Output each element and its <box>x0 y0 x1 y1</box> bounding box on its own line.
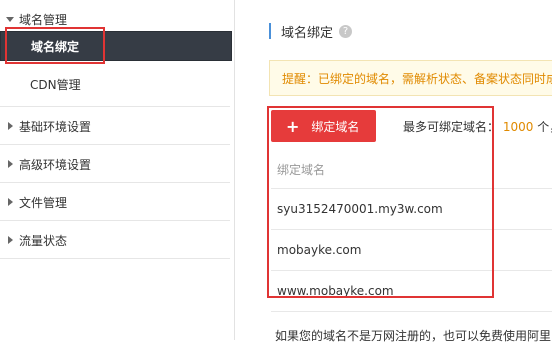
footer-text: 如果您的域名不是万网注册的，也可以免费使用阿里 <box>275 329 552 343</box>
sidebar-group-label: 高级环境设置 <box>19 157 92 172</box>
max-suffix: 个， <box>537 120 552 134</box>
highlight-box <box>5 27 105 64</box>
notice-text: 提醒：已绑定的域名，需解析状态、备案状态同时成 <box>282 71 552 86</box>
page-title-bar: 域名绑定 ? <box>269 23 353 41</box>
notice-bar: 提醒：已绑定的域名，需解析状态、备案状态同时成 <box>269 60 552 96</box>
highlight-box <box>267 106 494 298</box>
triangle-right-icon <box>6 198 14 206</box>
sidebar-group-basic-env[interactable]: 基础环境设置 <box>0 107 234 145</box>
page-title: 域名绑定 <box>281 25 334 41</box>
sidebar-group-advanced-env[interactable]: 高级环境设置 <box>0 145 234 183</box>
triangle-right-icon <box>6 236 14 244</box>
triangle-right-icon <box>6 122 14 130</box>
max-value: 1000 <box>502 120 534 134</box>
sidebar-group-label: 域名管理 <box>19 12 68 27</box>
triangle-down-icon <box>6 15 14 23</box>
sidebar-group-file-mgmt[interactable]: 文件管理 <box>0 183 234 221</box>
sidebar-group-label: 流量状态 <box>19 233 68 248</box>
divider <box>0 258 230 259</box>
sidebar-group-label: 基础环境设置 <box>19 119 92 134</box>
sidebar-group-label: 文件管理 <box>19 195 68 210</box>
sidebar-item-label: CDN管理 <box>30 77 81 92</box>
sidebar-item-cdn[interactable]: CDN管理 <box>0 70 230 98</box>
question-mark-icon[interactable]: ? <box>339 24 353 38</box>
sidebar-group-traffic[interactable]: 流量状态 <box>0 221 234 259</box>
triangle-right-icon <box>6 160 14 168</box>
